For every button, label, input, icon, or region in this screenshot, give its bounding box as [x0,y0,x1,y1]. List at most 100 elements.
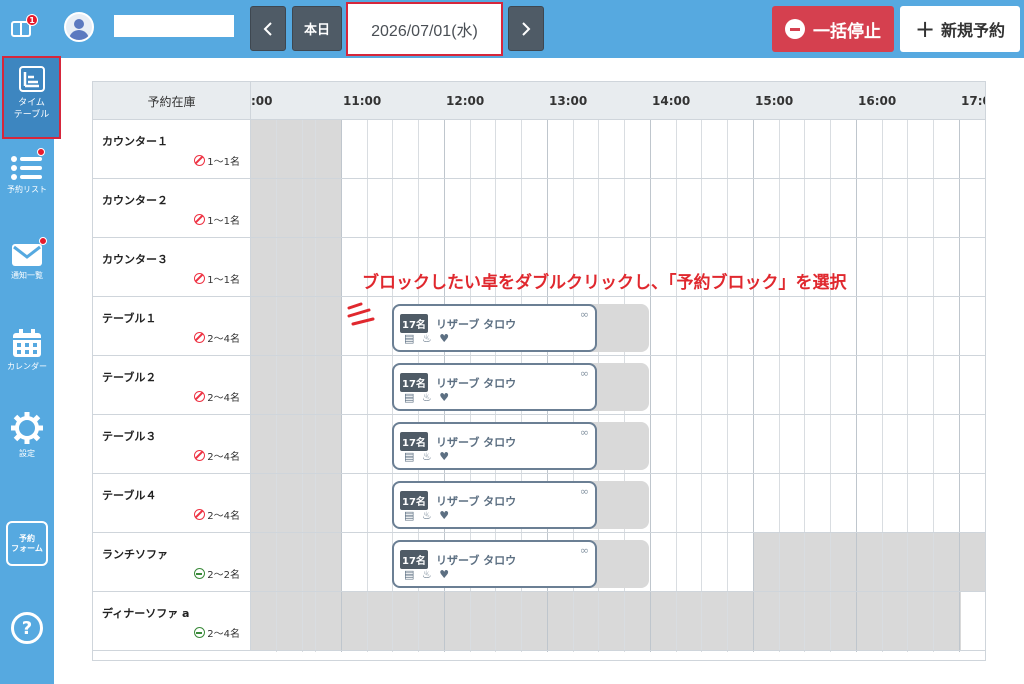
new-reservation-label: 新規予約 [941,21,1006,40]
smoking-ok-icon [194,568,206,579]
instruction-annotation: ブロックしたい卓をダブルクリックし、「予約ブロック」を選択 [362,273,847,293]
no-smoking-icon [194,155,206,166]
memo-cake-heart-icons: ▤ ♨ ♥ [404,509,452,522]
prev-day-button[interactable] [250,6,286,51]
list-icon [11,156,42,180]
hour-label: 12:00 [446,94,485,108]
reservation-form-label: 予約 フォーム [11,533,43,553]
row-label[interactable]: ディナーソファ a 2〜4名 [93,592,251,651]
sidebar-label-settings: 設定 [19,449,35,458]
seat-name: ディナーソファ a [102,607,190,620]
sidebar-item-calendar[interactable]: カレンダー [0,327,54,372]
hour-label: 16:00 [858,94,897,108]
seat-capacity: 1〜1名 [194,271,240,286]
mail-icon [12,244,42,266]
no-smoking-icon [194,214,206,225]
timetable-icon [19,66,45,92]
row-label[interactable]: カウンター１ 1〜1名 [93,120,251,179]
link-icon: ∞ [579,544,589,557]
party-size: 17名 [400,491,428,510]
bulk-stop-label: 一括停止 [813,21,881,42]
store-name-field [114,15,234,37]
minus-circle-icon [785,19,805,39]
time-header: 予約在庫 :00 11:00 12:00 13:00 14:00 15:00 1… [93,82,985,120]
seat-capacity: 2〜4名 [194,330,240,345]
link-icon: ∞ [579,308,589,321]
help-icon[interactable]: ? [11,612,43,644]
today-button[interactable]: 本日 [292,6,342,51]
hour-label: 11:00 [343,94,382,108]
date-selector[interactable]: 2026/07/01(水) [346,2,503,56]
sidebar-label-notice: 通知一覧 [11,271,43,280]
calendar-icon [13,329,41,357]
new-reservation-button[interactable]: + 新規予約 [900,6,1020,52]
hour-label: :00 [251,94,273,108]
notification-badge: 1 [26,14,38,26]
hour-label: 15:00 [755,94,794,108]
sidebar-label-list: 予約リスト [7,185,47,194]
row-label[interactable]: テーブル３ 2〜4名 [93,415,251,474]
time-slots[interactable]: 17名 リザーブ タロウ ▤ ♨ ♥ ∞ 17名 リザーブ タロウ ▤ ♨ ♥ … [251,120,985,660]
party-size: 17名 [400,432,428,451]
avatar[interactable] [64,12,94,42]
hour-label: 17:0 [961,94,985,108]
sidebar-item-list[interactable]: 予約リスト [0,148,54,195]
blocked-slot[interactable] [754,533,985,592]
reservation-block[interactable]: 17名 リザーブ タロウ ▤ ♨ ♥ ∞ [392,481,649,529]
hour-label: 14:00 [652,94,691,108]
no-smoking-icon [194,273,206,284]
sidebar-item-settings[interactable]: 設定 [0,410,54,459]
book-icon[interactable]: 1 [10,14,38,42]
seat-capacity: 2〜4名 [194,507,240,522]
next-day-button[interactable] [508,6,544,51]
party-size: 17名 [400,314,428,333]
column-title: 予約在庫 [93,82,251,120]
seat-capacity: 2〜2名 [194,566,240,581]
hour-label: 13:00 [549,94,588,108]
link-icon: ∞ [579,367,589,380]
guest-name: リザーブ タロウ [436,318,517,331]
guest-name: リザーブ タロウ [436,495,517,508]
gear-icon [11,412,43,444]
list-notification-dot [37,148,45,156]
sidebar-item-notice[interactable]: 通知一覧 [0,237,54,281]
party-size: 17名 [400,373,428,392]
seat-name: テーブル４ [102,489,157,502]
top-header: 1 本日 2026/07/01(水) 一括停止 + 新規予約 [0,0,1024,58]
blocked-slot[interactable] [251,120,341,651]
seat-name: カウンター２ [102,194,168,207]
blocked-slot[interactable] [341,592,961,651]
bulk-stop-button[interactable]: 一括停止 [772,6,894,52]
sidebar-item-timetable[interactable]: タイム テーブル [2,56,61,139]
seat-capacity: 2〜4名 [194,389,240,404]
notice-notification-dot [39,237,47,245]
guest-name: リザーブ タロウ [436,436,517,449]
row-label[interactable]: テーブル４ 2〜4名 [93,474,251,533]
row-label[interactable]: テーブル１ 2〜4名 [93,297,251,356]
reservation-block[interactable]: 17名 リザーブ タロウ ▤ ♨ ♥ ∞ [392,304,649,352]
link-icon: ∞ [579,426,589,439]
no-smoking-icon [194,509,206,520]
reservation-block[interactable]: 17名 リザーブ タロウ ▤ ♨ ♥ ∞ [392,422,649,470]
sidebar-label-calendar: カレンダー [7,362,47,371]
seat-name: ランチソファ [102,548,168,561]
row-label[interactable]: カウンター３ 1〜1名 [93,238,251,297]
plus-icon: + [914,15,936,43]
seat-name: テーブル１ [102,312,157,325]
seat-name: テーブル２ [102,371,157,384]
current-date: 2026/07/01(水) [371,23,478,40]
reservation-block[interactable]: 17名 リザーブ タロウ ▤ ♨ ♥ ∞ [392,540,649,588]
row-label[interactable]: ランチソファ 2〜2名 [93,533,251,592]
reservation-block[interactable]: 17名 リザーブ タロウ ▤ ♨ ♥ ∞ [392,363,649,411]
seat-capacity: 2〜4名 [194,625,240,640]
row-label[interactable]: テーブル２ 2〜4名 [93,356,251,415]
reservation-form-button[interactable]: 予約 フォーム [6,521,48,566]
click-emphasis-marks [347,302,375,326]
memo-cake-heart-icons: ▤ ♨ ♥ [404,332,452,345]
memo-cake-heart-icons: ▤ ♨ ♥ [404,391,452,404]
party-size: 17名 [400,550,428,569]
row-label[interactable]: カウンター２ 1〜1名 [93,179,251,238]
seat-name: カウンター１ [102,135,168,148]
guest-name: リザーブ タロウ [436,554,517,567]
seat-name: カウンター３ [102,253,168,266]
